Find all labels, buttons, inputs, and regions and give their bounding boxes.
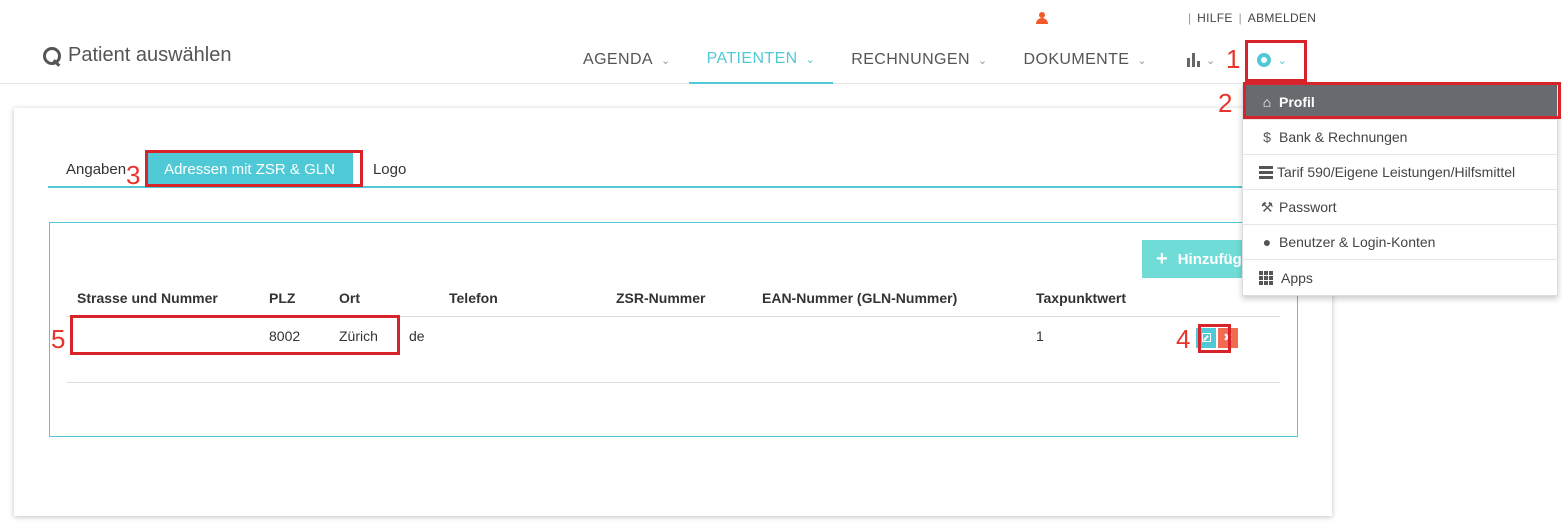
col-header-ort: Ort bbox=[339, 289, 360, 306]
annotation-number-3: 3 bbox=[126, 160, 141, 190]
nav-agenda[interactable]: AGENDA ⌄ bbox=[565, 36, 689, 84]
table-row: 8002 Zürich de 1 ✖ bbox=[67, 317, 1280, 383]
wrench-icon: ⚒ bbox=[1260, 198, 1274, 215]
col-header-zsr: ZSR-Nummer bbox=[616, 289, 706, 306]
chevron-down-icon: ⌄ bbox=[1206, 54, 1216, 67]
page: | HILFE | ABMELDEN Patient auswählen AGE… bbox=[0, 0, 1562, 524]
nav-rechnungen[interactable]: RECHNUNGEN ⌄ bbox=[833, 36, 1005, 84]
logout-link[interactable]: ABMELDEN bbox=[1248, 11, 1316, 25]
profile-tabs: Angaben Adressen mit ZSR & GLN Logo bbox=[48, 152, 1248, 188]
cell-taxpunktwert: 1 bbox=[1036, 327, 1044, 344]
chevron-down-icon: ⌄ bbox=[805, 53, 816, 66]
menu-item-passwort-label: Passwort bbox=[1279, 199, 1337, 215]
menu-item-apps-label: Apps bbox=[1281, 269, 1313, 286]
chevron-down-icon: ⌄ bbox=[1137, 54, 1147, 67]
nav-dokumente-label: DOKUMENTE bbox=[1023, 51, 1130, 68]
dollar-icon: $ bbox=[1263, 129, 1271, 145]
patient-select-label: Patient auswählen bbox=[68, 44, 232, 66]
main-nav: AGENDA ⌄ PATIENTEN ⌄ RECHNUNGEN ⌄ DOKUME… bbox=[565, 36, 1297, 84]
menu-item-bank[interactable]: $ Bank & Rechnungen bbox=[1243, 120, 1557, 155]
gear-icon bbox=[1256, 52, 1272, 68]
annotation-number-2: 2 bbox=[1218, 88, 1233, 118]
menu-item-tarif[interactable]: Tarif 590/Eigene Leistungen/Hilfsmittel bbox=[1243, 155, 1557, 190]
user-icon bbox=[1036, 11, 1048, 25]
menu-item-profil-label: Profil bbox=[1279, 94, 1315, 110]
settings-dropdown: ⌂ Profil $ Bank & Rechnungen Tarif 590/E… bbox=[1242, 84, 1558, 296]
close-icon: ✖ bbox=[1223, 332, 1233, 344]
plus-icon: + bbox=[1156, 247, 1168, 270]
bar-chart-icon bbox=[1187, 53, 1200, 67]
search-icon bbox=[42, 46, 62, 66]
list-icon bbox=[1259, 165, 1273, 179]
grid-icon bbox=[1259, 270, 1273, 285]
nav-patienten[interactable]: PATIENTEN ⌄ bbox=[688, 36, 834, 84]
menu-item-bank-label: Bank & Rechnungen bbox=[1279, 129, 1408, 145]
table-header: Strasse und Nummer PLZ Ort Telefon ZSR-N… bbox=[67, 279, 1280, 317]
address-panel: + Hinzufügen Strasse und Nummer PLZ Ort … bbox=[49, 222, 1298, 437]
menu-item-benutzer-label: Benutzer & Login-Konten bbox=[1279, 234, 1436, 250]
col-header-taxpunktwert: Taxpunktwert bbox=[1036, 289, 1126, 306]
menu-item-profil[interactable]: ⌂ Profil bbox=[1243, 85, 1557, 120]
address-table: Strasse und Nummer PLZ Ort Telefon ZSR-N… bbox=[67, 279, 1280, 383]
row-actions: ✖ bbox=[1196, 327, 1276, 348]
chevron-down-icon: ⌄ bbox=[660, 54, 671, 67]
patient-select-button[interactable]: Patient auswählen bbox=[42, 44, 231, 67]
col-header-plz: PLZ bbox=[269, 289, 296, 306]
tab-adressen[interactable]: Adressen mit ZSR & GLN bbox=[146, 152, 353, 186]
col-header-street: Strasse und Nummer bbox=[77, 289, 218, 306]
cell-telefon: de bbox=[409, 327, 425, 344]
user-name[interactable] bbox=[1052, 12, 1182, 24]
delete-button[interactable]: ✖ bbox=[1218, 327, 1238, 348]
nav-dokumente[interactable]: DOKUMENTE ⌄ bbox=[1006, 36, 1165, 84]
user-icon: ● bbox=[1262, 234, 1272, 250]
utility-bar: | HILFE | ABMELDEN bbox=[1036, 10, 1316, 26]
nav-patienten-label: PATIENTEN bbox=[706, 50, 798, 67]
annotation-number-4: 4 bbox=[1176, 324, 1191, 354]
profile-card: Angaben Adressen mit ZSR & GLN Logo + Hi… bbox=[14, 108, 1332, 516]
menu-item-tarif-label: Tarif 590/Eigene Leistungen/Hilfsmittel bbox=[1277, 164, 1516, 180]
nav-agenda-label: AGENDA bbox=[583, 51, 653, 68]
col-header-ean: EAN-Nummer (GLN-Nummer) bbox=[762, 289, 958, 306]
help-link[interactable]: HILFE bbox=[1197, 11, 1233, 25]
edit-icon bbox=[1201, 333, 1211, 342]
nav-statistics[interactable]: ⌄ bbox=[1165, 36, 1226, 84]
nav-rechnungen-label: RECHNUNGEN bbox=[851, 51, 970, 68]
menu-item-passwort[interactable]: ⚒ Passwort bbox=[1243, 190, 1557, 225]
col-header-telefon: Telefon bbox=[449, 289, 498, 306]
chevron-down-icon: ⌄ bbox=[1277, 54, 1288, 67]
chevron-down-icon: ⌄ bbox=[977, 54, 988, 67]
menu-item-apps[interactable]: Apps bbox=[1243, 260, 1557, 295]
header: Patient auswählen AGENDA ⌄ PATIENTEN ⌄ R… bbox=[0, 36, 1562, 84]
tab-logo[interactable]: Logo bbox=[357, 152, 422, 186]
annotation-number-1: 1 bbox=[1226, 44, 1241, 74]
edit-button[interactable] bbox=[1196, 327, 1216, 348]
cell-plz: 8002 bbox=[269, 327, 301, 344]
annotation-number-5: 5 bbox=[51, 324, 66, 354]
menu-item-benutzer[interactable]: ● Benutzer & Login-Konten bbox=[1243, 225, 1557, 260]
home-icon: ⌂ bbox=[1262, 94, 1272, 110]
